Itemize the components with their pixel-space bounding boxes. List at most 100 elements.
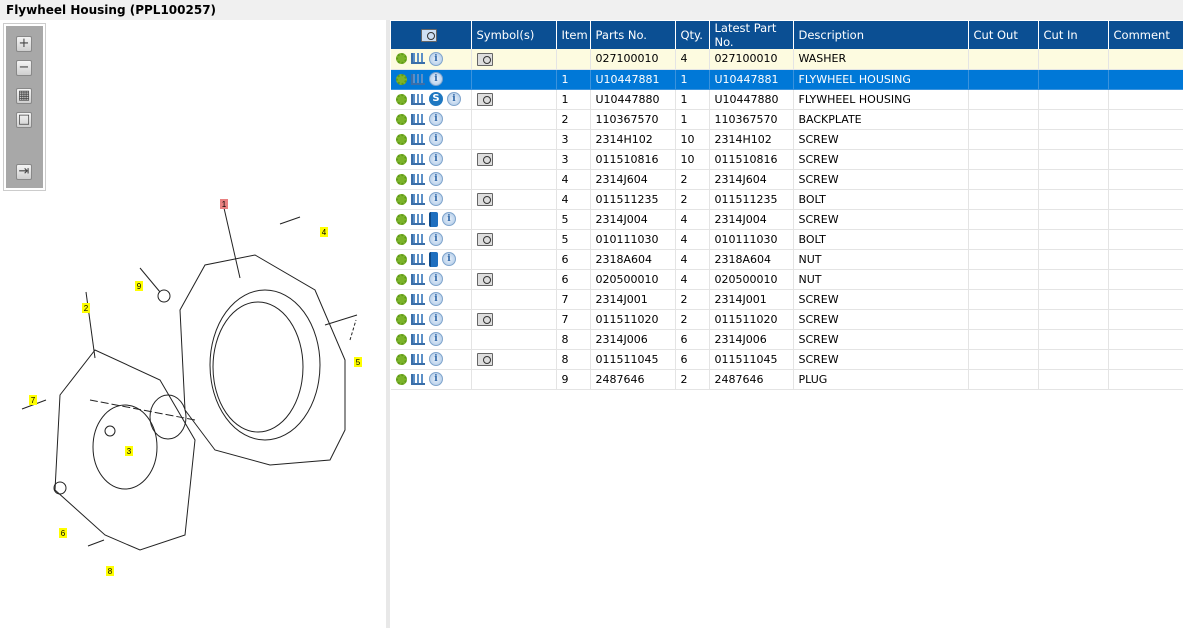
table-row[interactable]: Si 1 U10447880 1 U10447880 FLYWHEEL HOUSING	[391, 89, 1183, 110]
settings-gear-icon[interactable]	[396, 193, 407, 205]
add-to-cart-icon[interactable]	[411, 153, 425, 165]
table-row[interactable]: i 3 011510816 10 011510816 SCREW	[391, 149, 1183, 170]
book-magnifier-icon[interactable]	[476, 272, 493, 286]
settings-gear-icon[interactable]	[396, 293, 407, 305]
callout-5[interactable]: 5	[354, 357, 362, 367]
add-to-cart-icon[interactable]	[411, 73, 425, 85]
add-to-cart-icon[interactable]	[411, 233, 425, 245]
info-icon[interactable]: i	[442, 212, 456, 226]
table-row[interactable]: i 4 2314J604 2 2314J604 SCREW	[391, 169, 1183, 190]
info-icon[interactable]: i	[429, 232, 443, 246]
book-magnifier-icon[interactable]	[476, 312, 493, 326]
callout-6[interactable]: 6	[59, 528, 67, 538]
book-magnifier-icon[interactable]	[476, 152, 493, 166]
column-header-2[interactable]: Item	[556, 21, 591, 49]
add-to-cart-icon[interactable]	[411, 173, 425, 185]
info-icon[interactable]: i	[429, 332, 443, 346]
table-row[interactable]: i 8 011511045 6 011511045 SCREW	[391, 349, 1183, 370]
info-icon[interactable]: i	[447, 92, 461, 106]
add-to-cart-icon[interactable]	[411, 193, 425, 205]
table-row[interactable]: i 5 010111030 4 010111030 BOLT	[391, 229, 1183, 250]
table-row[interactable]: i 6 020500010 4 020500010 NUT	[391, 269, 1183, 290]
add-to-cart-icon[interactable]	[411, 53, 425, 65]
add-to-cart-icon[interactable]	[411, 293, 425, 305]
table-row[interactable]: i 8 2314J006 6 2314J006 SCREW	[391, 329, 1183, 350]
column-header-8[interactable]: Cut In	[1038, 21, 1109, 49]
column-header-5[interactable]: Latest Part No.	[709, 21, 794, 49]
settings-gear-icon[interactable]	[396, 93, 407, 105]
settings-gear-icon[interactable]	[396, 153, 407, 165]
table-row[interactable]: i 7 011511020 2 011511020 SCREW	[391, 309, 1183, 330]
panel-splitter[interactable]	[386, 20, 390, 628]
table-row[interactable]: i 4 011511235 2 011511235 BOLT	[391, 189, 1183, 210]
table-row[interactable]: i 027100010 4 027100010 WASHER	[391, 49, 1183, 70]
column-header-4[interactable]: Qty.	[675, 21, 710, 49]
settings-gear-icon[interactable]	[396, 113, 407, 125]
add-to-cart-icon[interactable]	[411, 353, 425, 365]
info-icon[interactable]: i	[429, 372, 443, 386]
add-to-cart-icon[interactable]	[411, 253, 425, 265]
search-symbol-icon[interactable]	[420, 29, 437, 42]
settings-gear-icon[interactable]	[396, 213, 407, 225]
info-icon[interactable]: i	[429, 72, 443, 86]
table-row[interactable]: i 5 2314J004 4 2314J004 SCREW	[391, 209, 1183, 230]
callout-7[interactable]: 7	[29, 395, 37, 405]
settings-gear-icon[interactable]	[396, 373, 407, 385]
settings-gear-icon[interactable]	[396, 253, 407, 265]
add-to-cart-icon[interactable]	[411, 113, 425, 125]
settings-gear-icon[interactable]	[396, 353, 407, 365]
column-header-actions[interactable]	[391, 21, 472, 49]
book-magnifier-icon[interactable]	[476, 192, 493, 206]
add-to-cart-icon[interactable]	[411, 93, 425, 105]
column-header-3[interactable]: Parts No.	[590, 21, 676, 49]
settings-gear-icon[interactable]	[396, 273, 407, 285]
book-magnifier-icon[interactable]	[476, 352, 493, 366]
info-icon[interactable]: i	[429, 272, 443, 286]
settings-gear-icon[interactable]	[396, 233, 407, 245]
column-header-6[interactable]: Description	[793, 21, 969, 49]
callout-1[interactable]: 1	[220, 199, 228, 209]
table-row[interactable]: i 7 2314J001 2 2314J001 SCREW	[391, 289, 1183, 310]
add-to-cart-icon[interactable]	[411, 213, 425, 225]
manual-book-icon[interactable]	[429, 251, 438, 267]
book-magnifier-icon[interactable]	[476, 232, 493, 246]
info-icon[interactable]: i	[429, 192, 443, 206]
add-to-cart-icon[interactable]	[411, 273, 425, 285]
add-to-cart-icon[interactable]	[411, 373, 425, 385]
column-header-1[interactable]: Symbol(s)	[471, 21, 557, 49]
callout-2[interactable]: 2	[82, 303, 90, 313]
table-row[interactable]: i 1 U10447881 1 U10447881 FLYWHEEL HOUSING	[391, 69, 1183, 90]
settings-gear-icon[interactable]	[396, 333, 407, 345]
info-icon[interactable]: i	[442, 252, 456, 266]
settings-gear-icon[interactable]	[396, 73, 407, 85]
exploded-diagram[interactable]: 1 2 3 4 5 6 7 8 9	[0, 20, 386, 620]
table-row[interactable]: i 3 2314H102 10 2314H102 SCREW	[391, 129, 1183, 150]
callout-9[interactable]: 9	[135, 281, 143, 291]
column-header-7[interactable]: Cut Out	[968, 21, 1039, 49]
callout-3[interactable]: 3	[125, 446, 133, 456]
info-icon[interactable]: i	[429, 292, 443, 306]
callout-4[interactable]: 4	[320, 227, 328, 237]
add-to-cart-icon[interactable]	[411, 313, 425, 325]
settings-gear-icon[interactable]	[396, 53, 407, 65]
manual-book-icon[interactable]	[429, 211, 438, 227]
book-magnifier-icon[interactable]	[476, 92, 493, 106]
add-to-cart-icon[interactable]	[411, 133, 425, 145]
settings-gear-icon[interactable]	[396, 313, 407, 325]
info-icon[interactable]: i	[429, 132, 443, 146]
info-icon[interactable]: i	[429, 152, 443, 166]
info-icon[interactable]: i	[429, 352, 443, 366]
book-magnifier-icon[interactable]	[476, 52, 493, 66]
info-icon[interactable]: i	[429, 51, 443, 66]
settings-gear-icon[interactable]	[396, 173, 407, 185]
table-row[interactable]: i 2 110367570 1 110367570 BACKPLATE	[391, 109, 1183, 130]
supersession-icon[interactable]: S	[429, 92, 443, 106]
info-icon[interactable]: i	[429, 312, 443, 326]
table-row[interactable]: i 9 2487646 2 2487646 PLUG	[391, 369, 1183, 390]
settings-gear-icon[interactable]	[396, 133, 407, 145]
table-row[interactable]: i 6 2318A604 4 2318A604 NUT	[391, 249, 1183, 270]
info-icon[interactable]: i	[429, 172, 443, 186]
callout-8[interactable]: 8	[106, 566, 114, 576]
column-header-9[interactable]: Comment	[1108, 21, 1183, 49]
add-to-cart-icon[interactable]	[411, 333, 425, 345]
